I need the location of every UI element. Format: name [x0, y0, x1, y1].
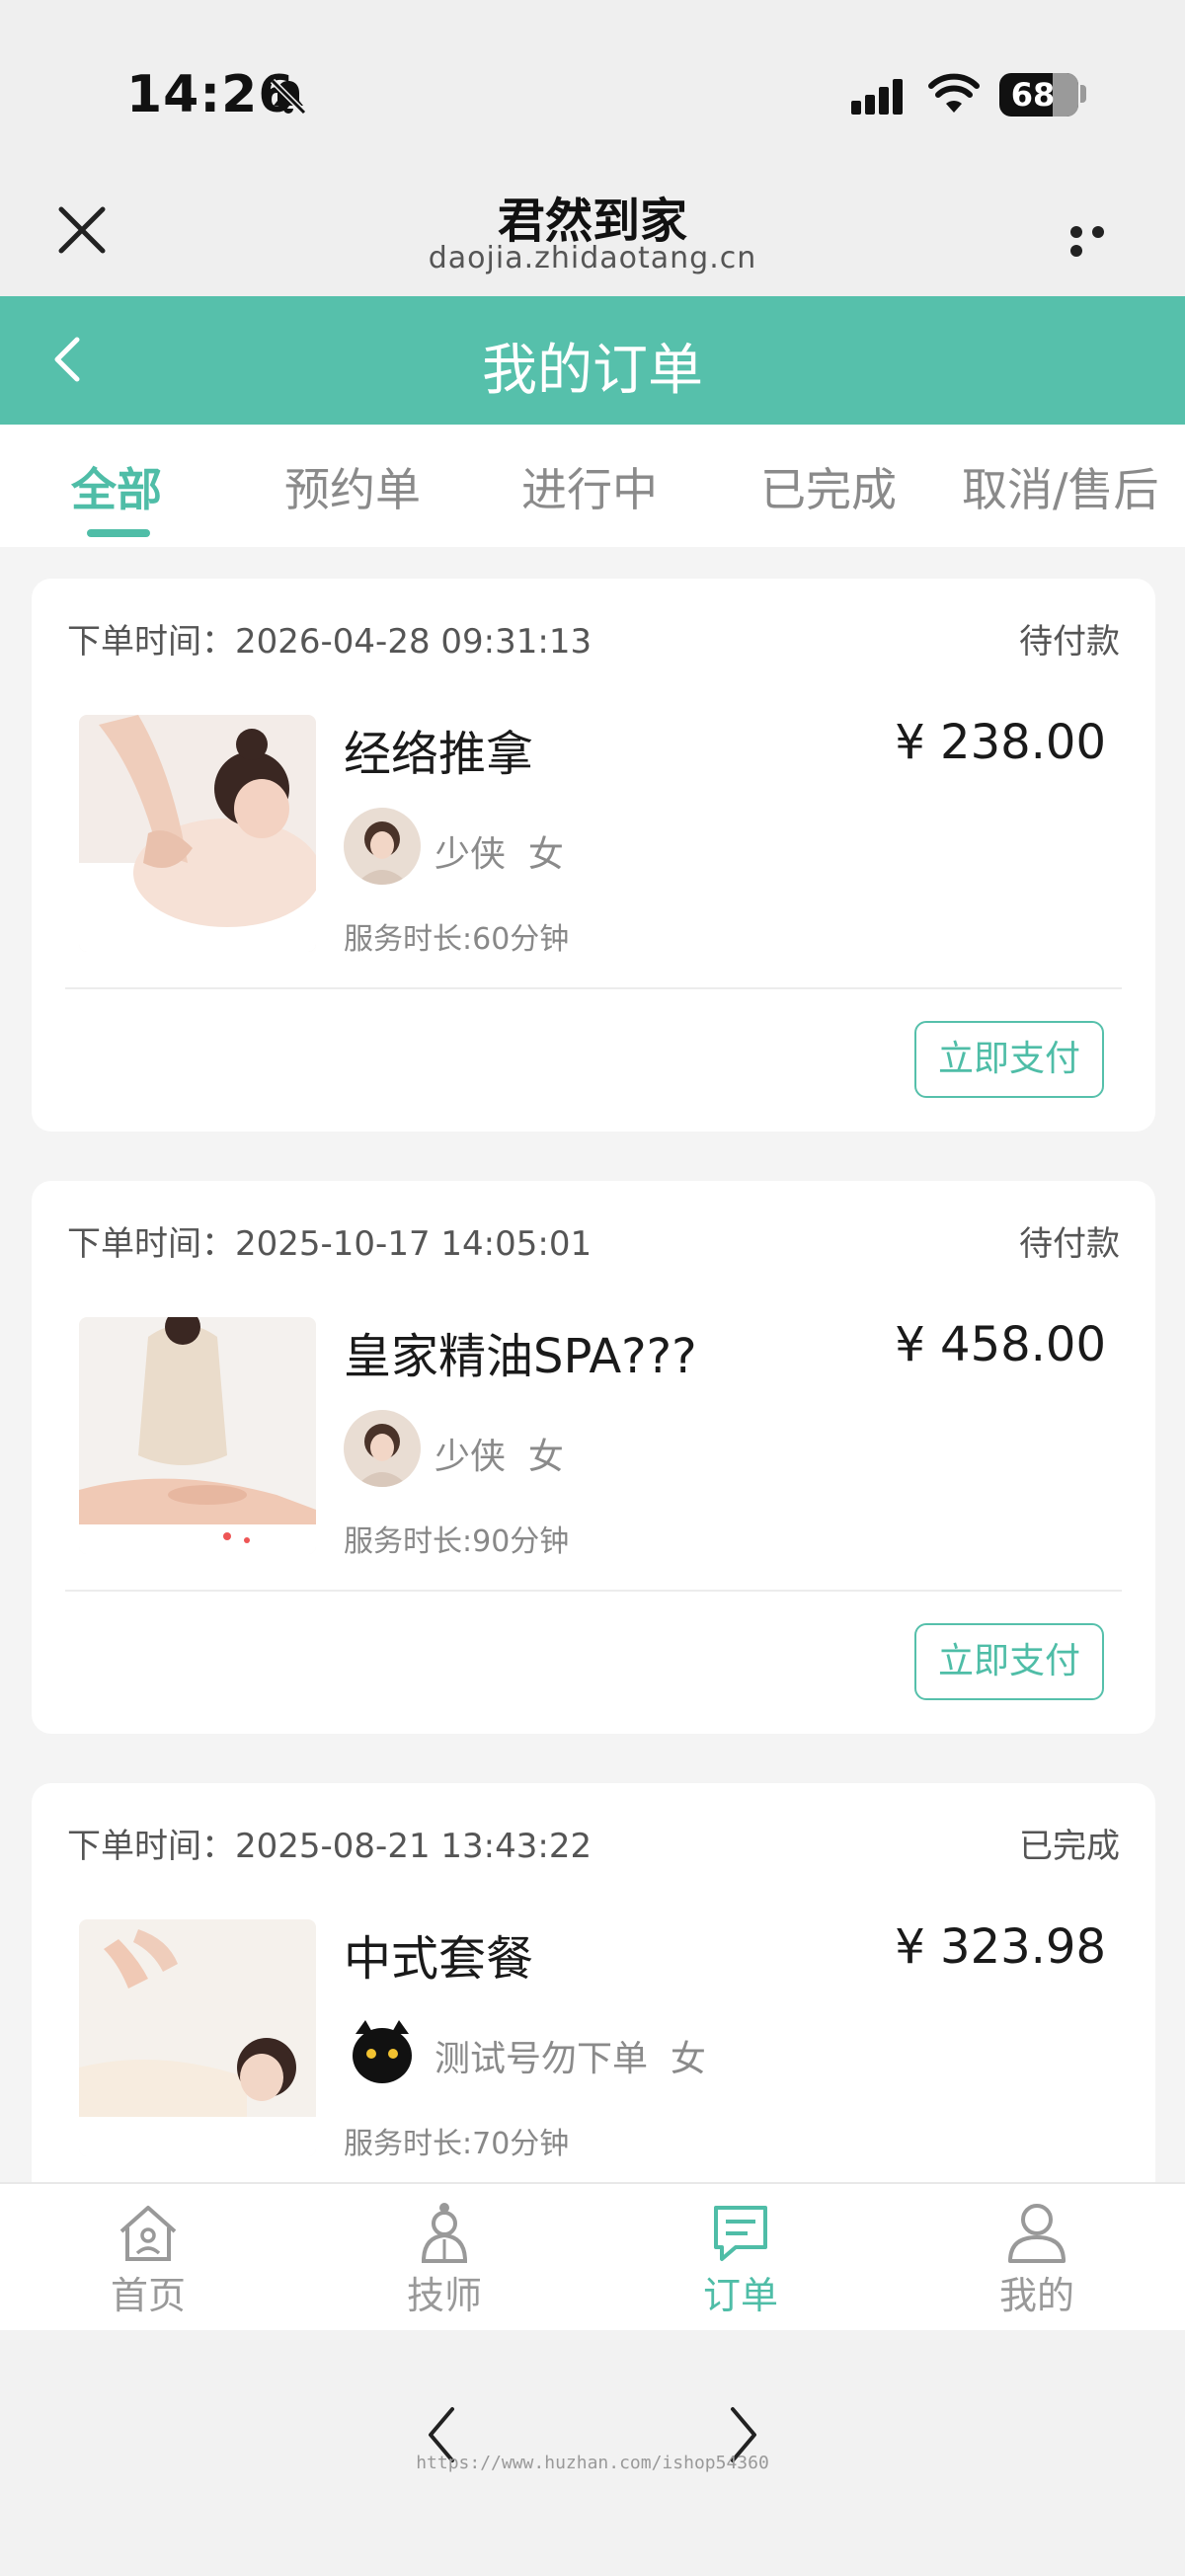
watermark-url: https://www.huzhan.com/ishop54360 — [416, 2453, 769, 2473]
tab-completed[interactable]: 已完成 — [760, 454, 897, 519]
technician-info: 少侠 女 — [434, 834, 564, 875]
technician-info: 测试号勿下单 女 — [434, 2039, 706, 2079]
order-card[interactable]: 下单时间：2025-10-17 14:05:01 待付款 皇家精油SPA??? … — [32, 1181, 1155, 1734]
order-status: 待付款 — [1019, 1224, 1120, 1264]
order-list-icon — [714, 2206, 767, 2261]
service-name: 中式套餐 — [344, 1931, 534, 1987]
service-image[interactable] — [79, 1919, 316, 2156]
user-icon — [1008, 2204, 1066, 2263]
bottom-nav: 首页 技师 订单 我的 — [0, 2182, 1185, 2330]
technician-info: 少侠 女 — [434, 1437, 564, 1477]
technician-avatar — [344, 1410, 421, 1487]
service-name: 经络推拿 — [344, 727, 534, 782]
pay-now-button[interactable]: 立即支付 — [914, 1623, 1104, 1700]
pay-now-button[interactable]: 立即支付 — [914, 1021, 1104, 1098]
nav-home-label: 首页 — [110, 2274, 186, 2317]
close-icon[interactable] — [55, 203, 109, 257]
order-card[interactable]: 下单时间：2026-04-28 09:31:13 待付款 经络推拿 ¥ 238.… — [32, 579, 1155, 1132]
tab-cancel-aftersale[interactable]: 取消/售后 — [962, 454, 1159, 519]
back-chevron-icon[interactable] — [47, 332, 87, 387]
order-status: 待付款 — [1019, 622, 1120, 662]
browser-toolbar: https://www.huzhan.com/ishop54360 — [0, 2330, 1185, 2576]
nav-home[interactable]: 首页 — [69, 2202, 227, 2319]
page-title: 我的订单 — [482, 339, 703, 403]
order-tabs: 全部 预约单 进行中 已完成 取消/售后 — [0, 425, 1185, 547]
order-card[interactable]: 下单时间：2025-08-21 13:43:22 已完成 中式套餐 ¥ 323.… — [32, 1783, 1155, 2198]
site-url: daojia.zhidaotang.cn — [428, 241, 757, 275]
order-price: ¥ 458.00 — [895, 1317, 1106, 1372]
nav-technician-label: 技师 — [406, 2274, 482, 2317]
order-price: ¥ 238.00 — [895, 715, 1106, 770]
home-icon — [119, 2206, 177, 2261]
order-time: 下单时间：2025-10-17 14:05:01 — [67, 1224, 592, 1264]
wifi-icon — [928, 73, 980, 113]
nav-orders[interactable]: 订单 — [662, 2202, 820, 2319]
status-bar: 14:26 68 — [0, 0, 1185, 188]
card-divider — [65, 1590, 1122, 1592]
nav-mine-label: 我的 — [998, 2274, 1074, 2317]
nav-orders-label: 订单 — [702, 2274, 778, 2317]
service-duration: 服务时长:60分钟 — [344, 922, 570, 957]
order-time: 下单时间：2025-08-21 13:43:22 — [67, 1827, 592, 1866]
service-duration: 服务时长:70分钟 — [344, 2127, 570, 2161]
tab-in-progress[interactable]: 进行中 — [521, 454, 658, 519]
cellular-signal-icon — [851, 79, 903, 115]
service-duration: 服务时长:90分钟 — [344, 1524, 570, 1559]
tab-all[interactable]: 全部 — [71, 454, 162, 519]
order-price: ¥ 323.98 — [895, 1919, 1106, 1975]
battery-cap — [1080, 85, 1086, 103]
card-divider — [65, 987, 1122, 989]
service-image[interactable] — [79, 1317, 316, 1554]
technician-icon — [421, 2203, 468, 2263]
bell-slash-icon — [270, 78, 307, 116]
service-name: 皇家精油SPA??? — [344, 1329, 697, 1384]
battery-level: 68 — [1010, 76, 1056, 114]
browser-header: 14:26 68 君然到家 daojia.zhidaotang.cn — [0, 0, 1185, 296]
nav-mine[interactable]: 我的 — [958, 2202, 1116, 2319]
nav-technician[interactable]: 技师 — [365, 2202, 523, 2319]
technician-avatar — [344, 808, 421, 885]
order-status: 已完成 — [1019, 1827, 1120, 1866]
service-image[interactable] — [79, 715, 316, 952]
more-dots-icon[interactable] — [1070, 223, 1134, 257]
technician-avatar — [344, 2012, 421, 2089]
active-tab-indicator — [87, 529, 150, 537]
battery-icon: 68 — [999, 73, 1078, 117]
order-time: 下单时间：2026-04-28 09:31:13 — [67, 622, 592, 662]
tab-booked[interactable]: 预约单 — [284, 454, 421, 519]
